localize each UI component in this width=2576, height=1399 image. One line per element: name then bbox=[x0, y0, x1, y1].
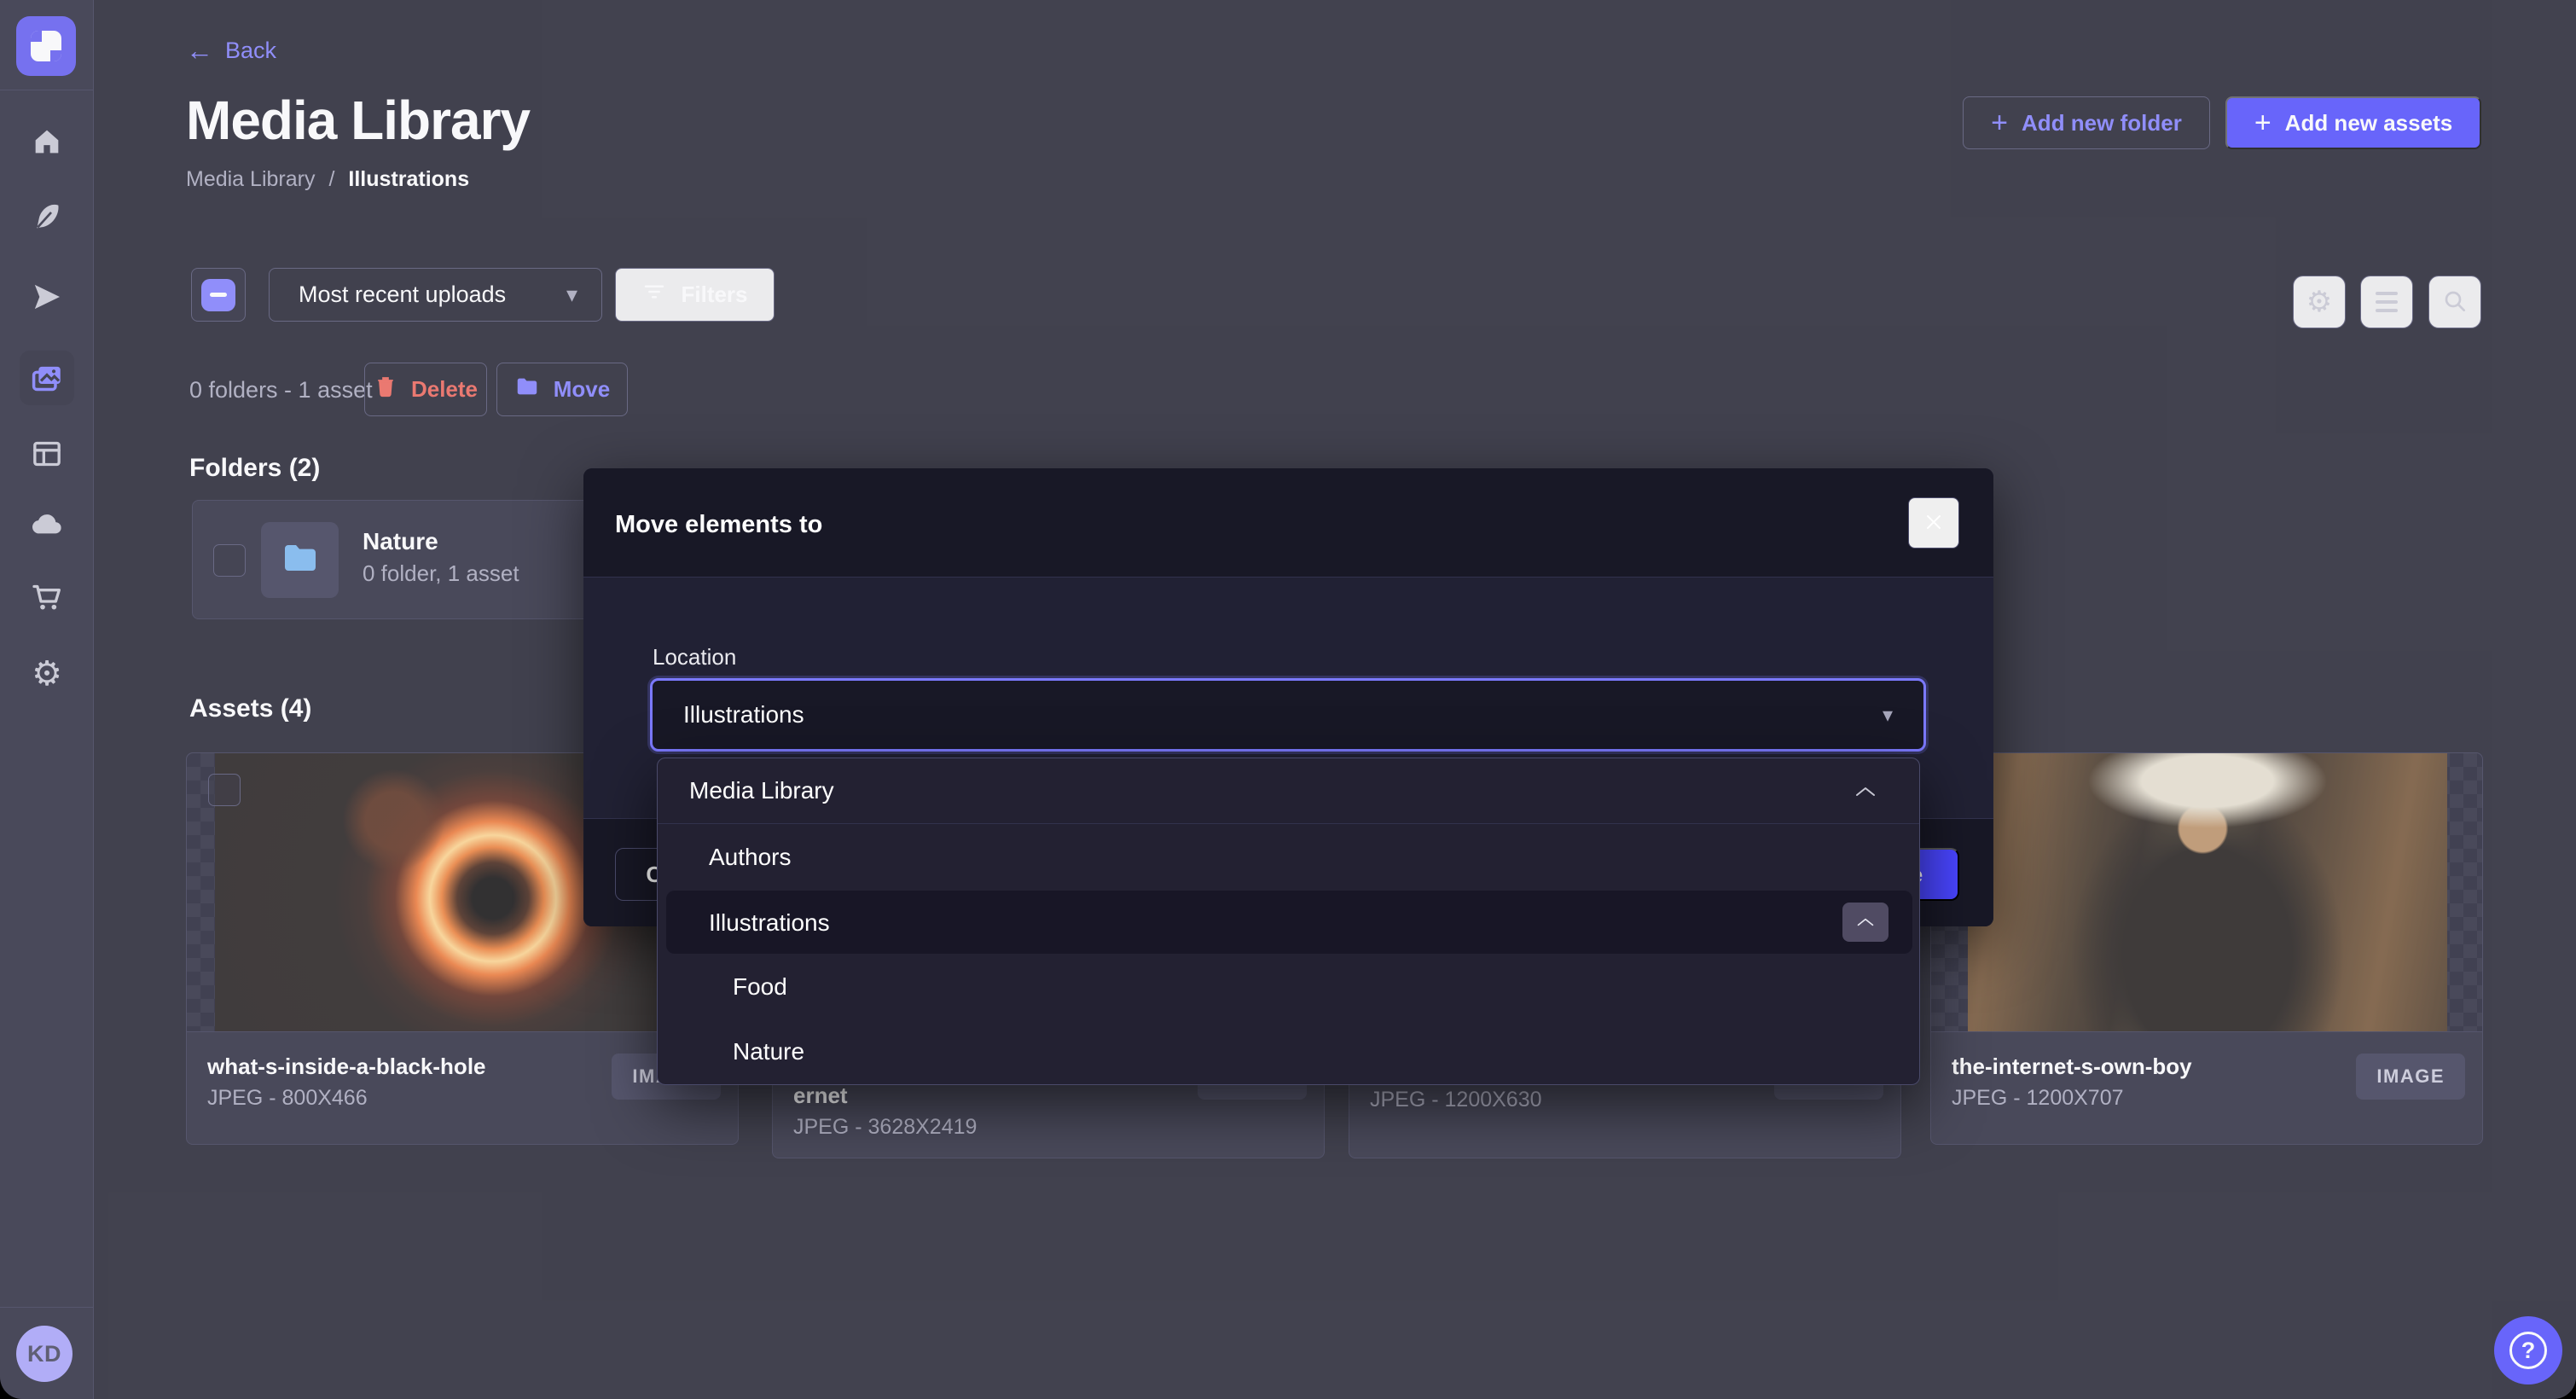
collapse-children-button[interactable] bbox=[1842, 903, 1888, 942]
location-combobox[interactable]: Illustrations ▾ bbox=[650, 678, 1926, 752]
option-label: Authors bbox=[709, 844, 792, 871]
option-label: Media Library bbox=[689, 777, 834, 804]
location-label: Location bbox=[653, 644, 736, 670]
modal-header: Move elements to bbox=[583, 468, 1993, 578]
selected-option-highlight bbox=[666, 891, 1912, 954]
dropdown-option-illustrations[interactable]: Illustrations bbox=[658, 891, 1919, 955]
location-dropdown: Media Library Authors Illustrations Food… bbox=[657, 758, 1920, 1085]
chevron-up-icon[interactable] bbox=[1854, 777, 1877, 804]
option-label: Illustrations bbox=[709, 909, 830, 937]
modal-title: Move elements to bbox=[615, 511, 822, 539]
media-library-page: ⚙ KD ← Back Media Library Media Library … bbox=[0, 0, 2576, 1399]
chevron-down-icon: ▾ bbox=[1883, 703, 1893, 728]
location-value: Illustrations bbox=[683, 701, 804, 729]
option-label: Food bbox=[733, 973, 787, 1001]
dropdown-option-food[interactable]: Food bbox=[658, 955, 1919, 1019]
option-label: Nature bbox=[733, 1038, 804, 1065]
dropdown-option-authors[interactable]: Authors bbox=[658, 825, 1919, 890]
close-button[interactable] bbox=[1908, 497, 1959, 549]
close-icon bbox=[1923, 512, 1944, 535]
dropdown-option-media-library[interactable]: Media Library bbox=[658, 758, 1919, 824]
dropdown-option-nature[interactable]: Nature bbox=[658, 1019, 1919, 1084]
